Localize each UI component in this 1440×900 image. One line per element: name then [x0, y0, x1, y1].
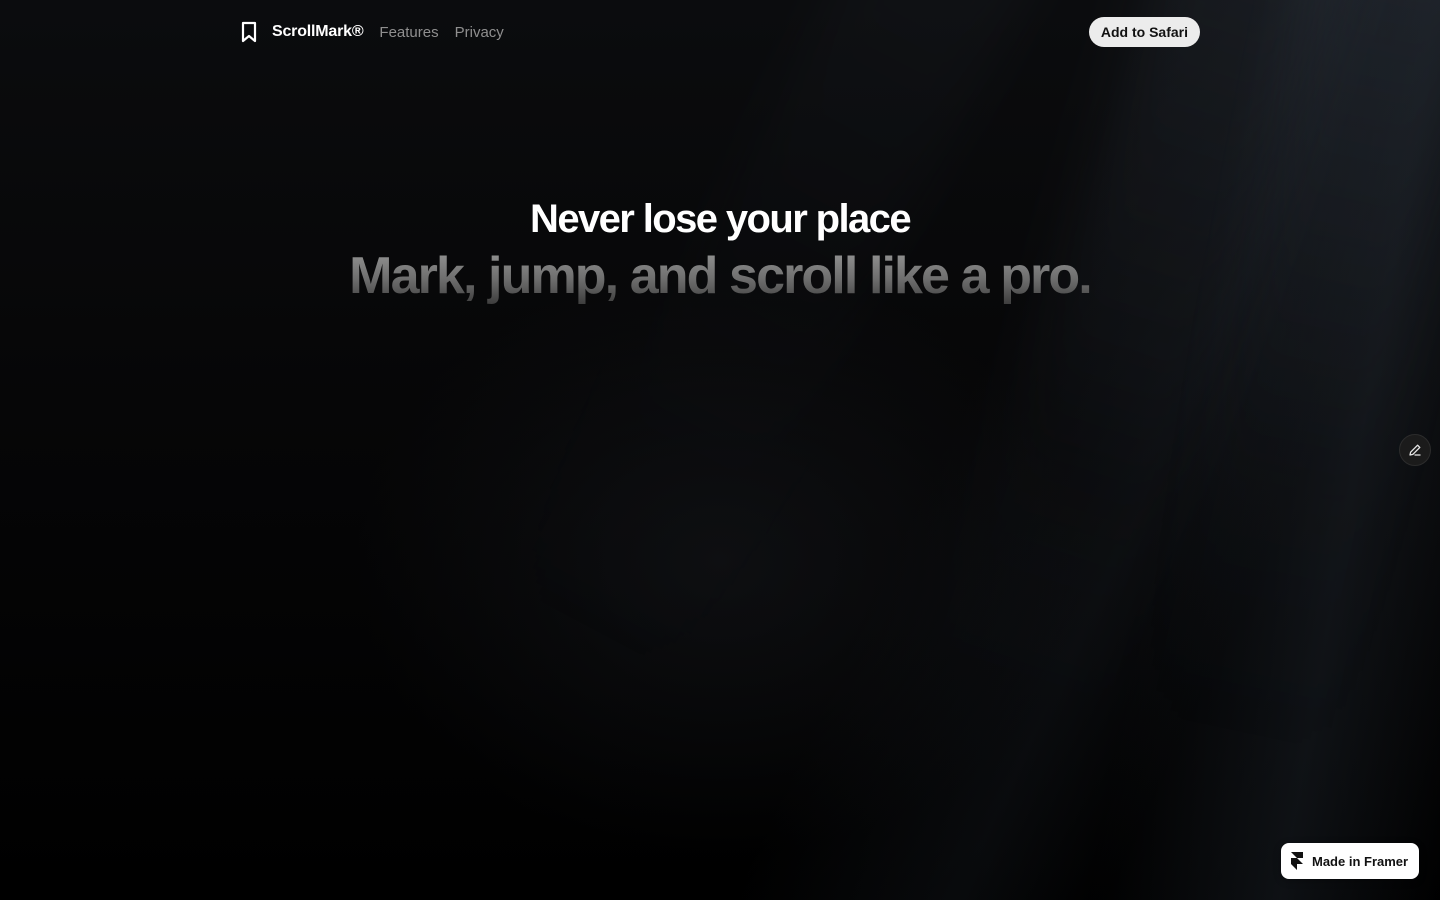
framer-logo-icon — [1291, 852, 1303, 870]
brand-name: ScrollMark® — [272, 23, 364, 40]
hero-subtitle: Mark, jump, and scroll like a pro. — [0, 246, 1440, 306]
nav-link-features[interactable]: Features — [379, 24, 438, 41]
brand-home-link[interactable]: ScrollMark® — [240, 21, 364, 43]
made-in-framer-label: Made in Framer — [1312, 853, 1409, 869]
top-navigation: ScrollMark® Features Privacy Add to Safa… — [240, 16, 1200, 48]
hero-section: Never lose your place Mark, jump, and sc… — [0, 194, 1440, 306]
bookmark-icon — [240, 21, 258, 43]
made-in-framer-badge[interactable]: Made in Framer — [1281, 843, 1419, 879]
pencil-icon — [1408, 443, 1422, 457]
hero-title: Never lose your place — [530, 197, 912, 241]
edit-button[interactable] — [1399, 434, 1431, 466]
nav-link-privacy[interactable]: Privacy — [455, 24, 504, 41]
add-to-safari-button[interactable]: Add to Safari — [1088, 17, 1200, 47]
